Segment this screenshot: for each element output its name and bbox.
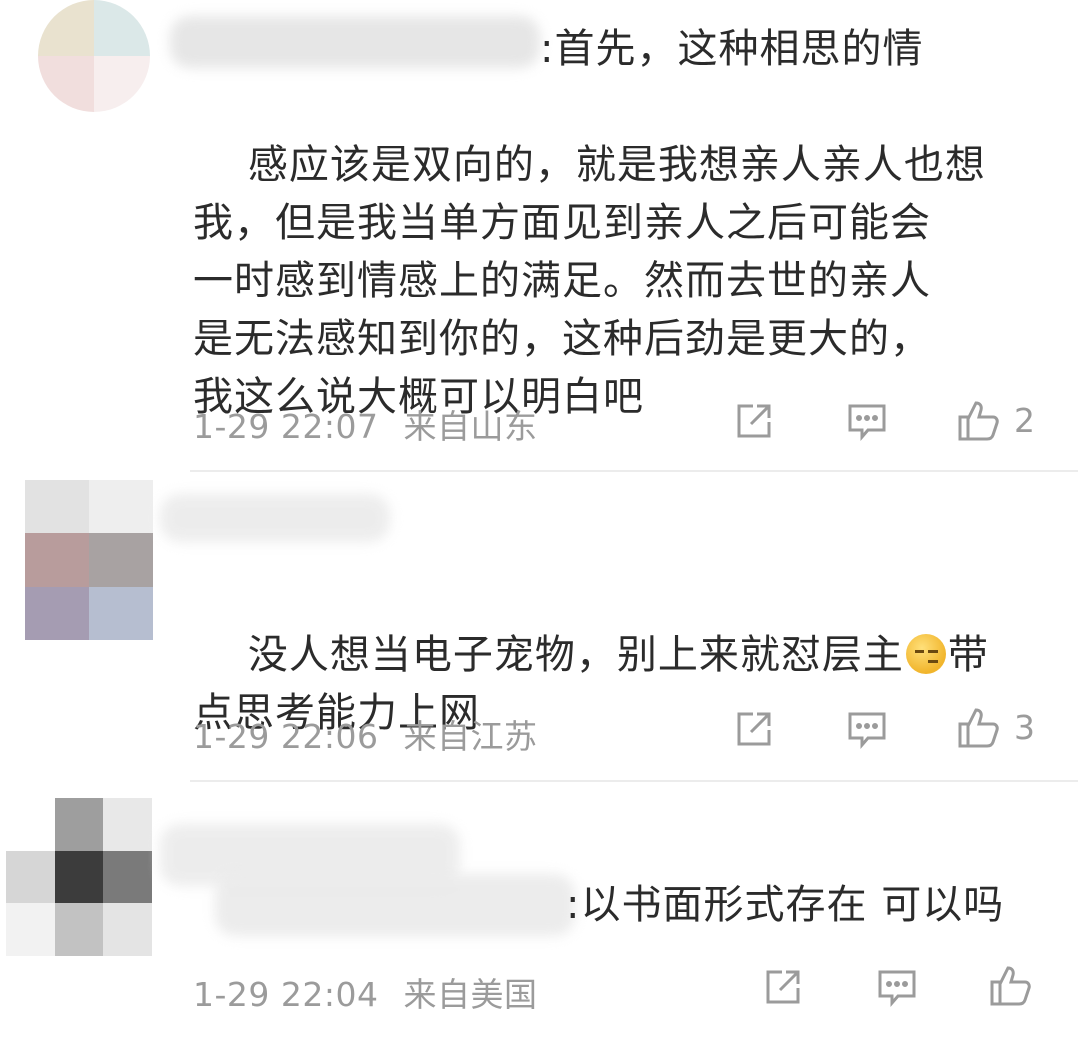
- thumbs-up-icon: [988, 962, 1034, 1008]
- reply-button[interactable]: [876, 966, 918, 1008]
- reply-button[interactable]: [846, 708, 888, 750]
- comment-icon: [876, 966, 918, 1008]
- mention-redacted: [215, 874, 575, 936]
- username-redacted: [160, 494, 390, 542]
- comment-meta: 1-29 22:06 来自江苏: [193, 710, 538, 758]
- like-button[interactable]: 2: [956, 397, 1035, 443]
- like-button[interactable]: [988, 962, 1046, 1008]
- comment-time: 1-29 22:07: [193, 407, 379, 446]
- comment-text: 没人想当电子宠物，别上来就怼层主带 点思考能力上网: [193, 568, 1023, 800]
- comment-meta: 1-29 22:07 来自山东: [193, 400, 538, 448]
- comment-item: :以书面形式存在 可以吗 1-29 22:04 来自美国: [0, 782, 1078, 1038]
- comment-location: 来自江苏: [403, 717, 538, 756]
- comment-meta: 1-29 22:04 来自美国: [193, 968, 538, 1016]
- comment-time: 1-29 22:06: [193, 717, 379, 756]
- share-button[interactable]: [733, 708, 775, 750]
- username-redacted: [170, 16, 540, 68]
- share-icon: [733, 400, 775, 442]
- avatar-blurred[interactable]: [38, 0, 150, 112]
- like-count: 3: [1014, 707, 1035, 747]
- comment-text: :以书面形式存在 可以吗: [566, 882, 1005, 928]
- like-button[interactable]: 3: [956, 704, 1035, 750]
- comment-location: 来自山东: [403, 407, 538, 446]
- reply-button[interactable]: [846, 400, 888, 442]
- comment-location: 来自美国: [403, 975, 538, 1014]
- share-icon: [733, 708, 775, 750]
- username-fragment: [195, 0, 205, 13]
- like-count: 2: [1014, 400, 1035, 440]
- thumbs-up-icon: [956, 704, 1002, 750]
- share-button[interactable]: [762, 966, 804, 1008]
- comment-item: :首先，这种相思的情 感应该是双向的，就是我想亲人亲人也想 我，但是我当单方面见…: [0, 0, 1078, 470]
- comment-item: 没人想当电子宠物，别上来就怼层主带 点思考能力上网 1-29 22:06 来自江…: [0, 472, 1078, 780]
- comment-icon: [846, 400, 888, 442]
- comment-text-part: 没人想当电子宠物，别上来就怼层主: [247, 632, 904, 678]
- avatar-blurred[interactable]: [25, 480, 153, 640]
- thumbs-up-icon: [956, 397, 1002, 443]
- comment-text-continued: 感应该是双向的，就是我想亲人亲人也想 我，但是我当单方面见到亲人之后可能会 一时…: [193, 142, 986, 420]
- share-icon: [762, 966, 804, 1008]
- awkward-face-emoji: [905, 634, 946, 674]
- comment-time: 1-29 22:04: [193, 975, 379, 1014]
- share-button[interactable]: [733, 400, 775, 442]
- comment-icon: [846, 708, 888, 750]
- avatar-blurred[interactable]: [6, 798, 152, 956]
- comment-text: :首先，这种相思的情: [540, 26, 924, 72]
